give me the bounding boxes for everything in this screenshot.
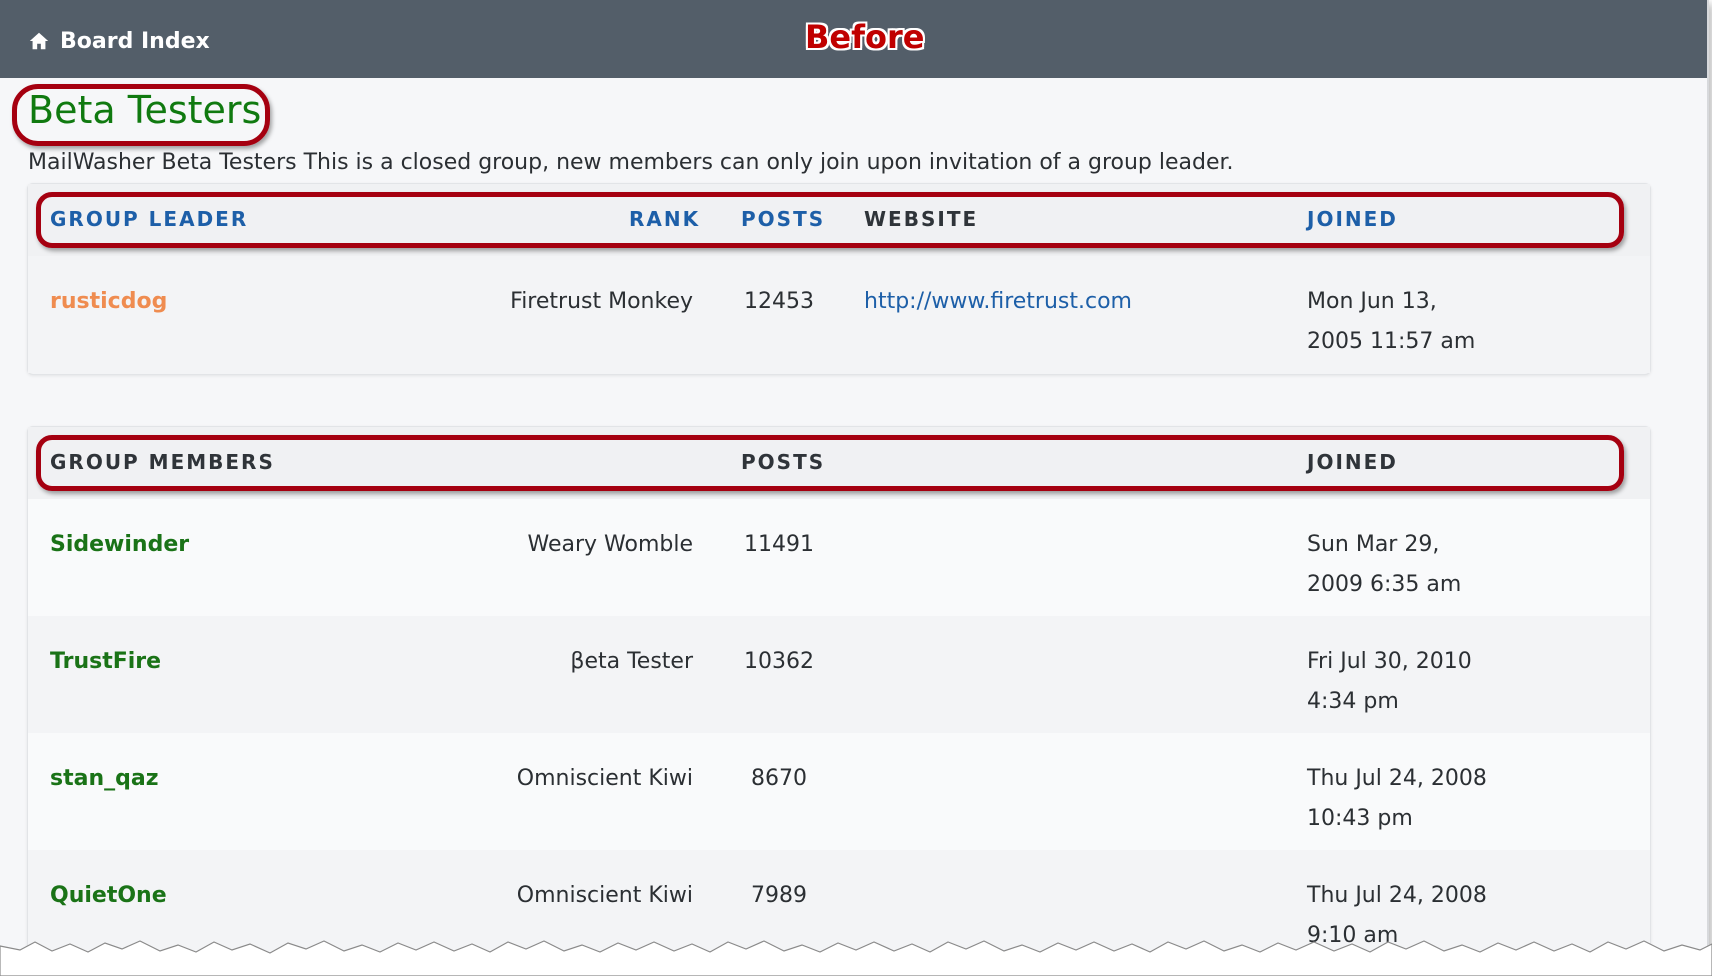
joined-date-line: Mon Jun 13, <box>1307 289 1437 314</box>
header-group-members: GROUP MEMBERS <box>50 450 275 474</box>
leader-joined: Mon Jun 13, 2005 11:57 am <box>1307 282 1517 362</box>
joined-date-line: Thu Jul 24, 2008 <box>1307 883 1487 908</box>
leader-table-header: GROUP LEADER RANK POSTS WEBSITE JOINED <box>28 184 1650 257</box>
header-member-posts: POSTS <box>741 450 826 474</box>
header-group-leader[interactable]: GROUP LEADER <box>50 207 248 231</box>
header-rank[interactable]: RANK <box>629 207 700 231</box>
member-rank: Omniscient Kiwi <box>516 766 693 791</box>
member-joined: Thu Jul 24, 2008 10:43 pm <box>1307 759 1517 839</box>
members-table-header: GROUP MEMBERS POSTS JOINED <box>28 427 1650 500</box>
torn-edge-decoration <box>0 940 1712 976</box>
screenshot-frame: Board Index Before Beta Testers MailWash… <box>0 0 1709 976</box>
member-posts: 7989 <box>751 883 807 908</box>
leader-posts: 12453 <box>744 289 814 314</box>
joined-date-line: Sun Mar 29, <box>1307 532 1440 557</box>
board-index-link[interactable]: Board Index <box>28 26 210 56</box>
joined-date-line: Thu Jul 24, 2008 <box>1307 766 1487 791</box>
leader-website-link[interactable]: http://www.firetrust.com <box>864 282 1132 322</box>
joined-time-line: 10:43 pm <box>1307 806 1413 831</box>
header-joined[interactable]: JOINED <box>1307 207 1398 231</box>
table-row: Sidewinder Weary Womble 11491 Sun Mar 29… <box>28 499 1650 617</box>
joined-time-line: 2009 6:35 am <box>1307 572 1462 597</box>
joined-time-line: 2005 11:57 am <box>1307 329 1476 354</box>
table-row: TrustFire βeta Tester 10362 Fri Jul 30, … <box>28 616 1650 734</box>
member-rank: Omniscient Kiwi <box>516 883 693 908</box>
table-row: stan_qaz Omniscient Kiwi 8670 Thu Jul 24… <box>28 733 1650 851</box>
table-row: rusticdog Firetrust Monkey 12453 http://… <box>28 256 1650 373</box>
board-index-label: Board Index <box>60 28 210 54</box>
member-username[interactable]: stan_qaz <box>50 759 159 799</box>
member-username[interactable]: TrustFire <box>50 642 161 682</box>
member-posts: 11491 <box>744 532 814 557</box>
leader-rank: Firetrust Monkey <box>510 289 693 314</box>
leader-username[interactable]: rusticdog <box>50 282 167 322</box>
header-website: WEBSITE <box>864 207 979 231</box>
member-posts: 10362 <box>744 649 814 674</box>
page-title: Beta Testers <box>28 88 262 132</box>
member-rank: Weary Womble <box>527 532 693 557</box>
member-rank: βeta Tester <box>570 649 693 674</box>
before-annotation: Before <box>805 18 925 56</box>
member-posts: 8670 <box>751 766 807 791</box>
group-members-panel: GROUP MEMBERS POSTS JOINED Sidewinder We… <box>27 426 1651 976</box>
joined-time-line: 4:34 pm <box>1307 689 1399 714</box>
header-member-joined: JOINED <box>1307 450 1398 474</box>
group-leader-panel: GROUP LEADER RANK POSTS WEBSITE JOINED r… <box>27 183 1651 375</box>
home-icon <box>29 32 49 50</box>
top-navbar: Board Index Before <box>0 0 1707 78</box>
header-posts[interactable]: POSTS <box>741 207 825 231</box>
member-joined: Sun Mar 29, 2009 6:35 am <box>1307 525 1517 605</box>
member-username[interactable]: QuietOne <box>50 876 167 916</box>
group-description: MailWasher Beta Testers This is a closed… <box>28 150 1234 175</box>
member-username[interactable]: Sidewinder <box>50 525 189 565</box>
joined-date-line: Fri Jul 30, 2010 <box>1307 649 1472 674</box>
member-joined: Fri Jul 30, 2010 4:34 pm <box>1307 642 1517 722</box>
